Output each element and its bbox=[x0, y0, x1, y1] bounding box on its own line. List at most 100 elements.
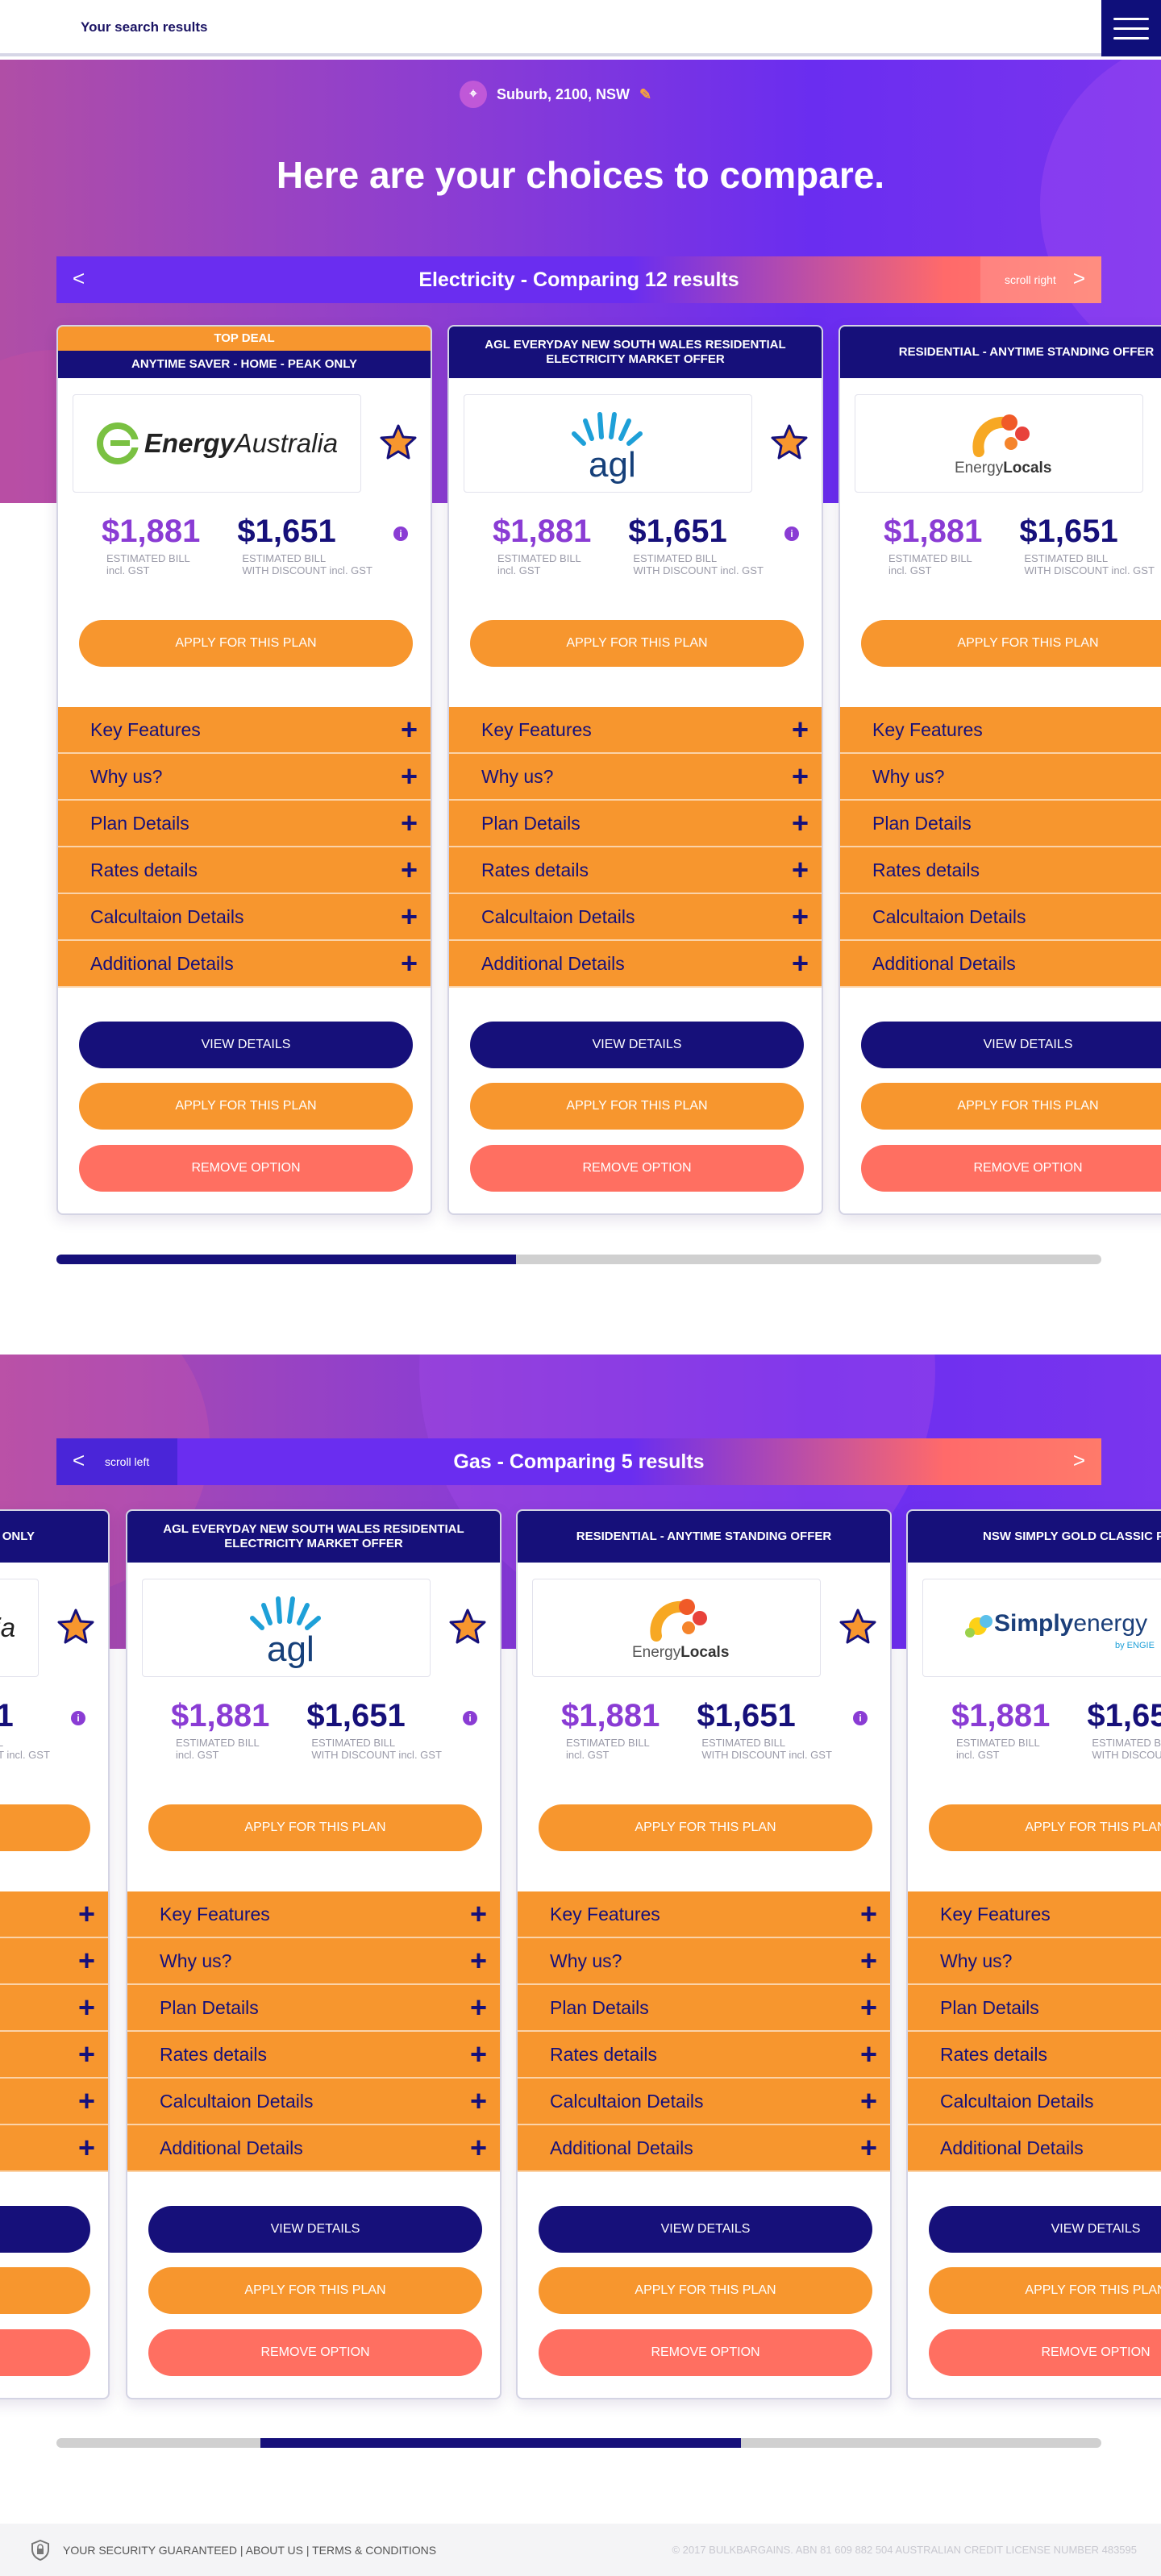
accordion-item[interactable]: Additional Details+ bbox=[449, 941, 822, 988]
view-details-button[interactable]: VIEW DETAILS bbox=[929, 2206, 1161, 2253]
plus-icon[interactable]: + bbox=[401, 715, 418, 744]
accordion-item[interactable]: Plan Details+ bbox=[908, 1985, 1161, 2032]
plus-icon[interactable]: + bbox=[470, 2087, 487, 2116]
view-details-button[interactable]: VIEW DETAILS bbox=[148, 2206, 482, 2253]
info-icon[interactable]: i bbox=[784, 526, 799, 541]
view-details-button[interactable]: VIEW DETAILS bbox=[539, 2206, 872, 2253]
info-icon[interactable]: i bbox=[853, 1711, 868, 1725]
plus-icon[interactable]: + bbox=[78, 2133, 95, 2162]
apply-button[interactable]: APPLY FOR THIS PLAN bbox=[79, 1083, 413, 1130]
plus-icon[interactable]: + bbox=[792, 902, 809, 931]
pencil-icon[interactable]: ✎ bbox=[639, 86, 651, 103]
apply-button[interactable]: APPLY FOR THIS PLAN bbox=[79, 620, 413, 667]
plus-icon[interactable]: + bbox=[860, 2133, 877, 2162]
accordion-item[interactable]: Why us?+ bbox=[840, 754, 1161, 801]
apply-button[interactable]: APPLY FOR THIS PLAN bbox=[148, 1804, 482, 1851]
plus-icon[interactable]: + bbox=[401, 855, 418, 884]
plus-icon[interactable]: + bbox=[470, 2040, 487, 2069]
apply-button[interactable]: APPLY FOR THIS PLAN bbox=[470, 620, 804, 667]
accordion-item[interactable]: Rates details+ bbox=[518, 2032, 890, 2079]
plus-icon[interactable]: + bbox=[470, 2133, 487, 2162]
view-details-button[interactable]: VIEW DETAILS bbox=[470, 1022, 804, 1068]
accordion-item[interactable]: Rates details+ bbox=[0, 2032, 108, 2079]
accordion-item[interactable]: Calcultaion Details+ bbox=[449, 894, 822, 941]
gas-scroll-progress[interactable] bbox=[56, 2438, 1101, 2448]
hamburger-menu-icon[interactable] bbox=[1101, 0, 1161, 56]
plus-icon[interactable]: + bbox=[792, 762, 809, 791]
plus-icon[interactable]: + bbox=[792, 809, 809, 838]
remove-option-button[interactable]: REMOVE OPTION bbox=[0, 2329, 90, 2376]
plus-icon[interactable]: + bbox=[470, 1946, 487, 1975]
accordion-item[interactable]: Key Features+ bbox=[449, 707, 822, 754]
accordion-item[interactable]: Calcultaion Details+ bbox=[127, 2079, 500, 2125]
accordion-item[interactable]: Calcultaion Details+ bbox=[840, 894, 1161, 941]
accordion-item[interactable]: Additional Details+ bbox=[127, 2125, 500, 2172]
accordion-item[interactable]: Key Features+ bbox=[908, 1891, 1161, 1938]
accordion-item[interactable]: Rates details+ bbox=[840, 847, 1161, 894]
chevron-left-icon[interactable]: < bbox=[73, 266, 85, 291]
plus-icon[interactable]: + bbox=[470, 1900, 487, 1929]
accordion-item[interactable]: Why us?+ bbox=[58, 754, 431, 801]
accordion-item[interactable]: Why us?+ bbox=[518, 1938, 890, 1985]
apply-button[interactable]: APPLY FOR THIS PLAN bbox=[539, 1804, 872, 1851]
star-favourite-icon[interactable] bbox=[838, 1608, 877, 1646]
remove-option-button[interactable]: REMOVE OPTION bbox=[470, 1145, 804, 1192]
plus-icon[interactable]: + bbox=[792, 949, 809, 978]
star-favourite-icon[interactable] bbox=[379, 423, 418, 462]
accordion-item[interactable]: Plan Details+ bbox=[449, 801, 822, 847]
electricity-scroll-progress[interactable] bbox=[56, 1255, 1101, 1264]
apply-button[interactable]: APPLY FOR THIS PLAN bbox=[861, 1083, 1161, 1130]
accordion-item[interactable]: Calcultaion Details+ bbox=[908, 2079, 1161, 2125]
view-details-button[interactable]: VIEW DETAILS bbox=[79, 1022, 413, 1068]
plus-icon[interactable]: + bbox=[401, 949, 418, 978]
accordion-item[interactable]: Rates details+ bbox=[449, 847, 822, 894]
accordion-item[interactable]: Additional Details+ bbox=[0, 2125, 108, 2172]
apply-button[interactable]: APPLY FOR THIS PLAN bbox=[861, 620, 1161, 667]
location-selector[interactable]: ⌖ Suburb, 2100, NSW ✎ bbox=[460, 81, 651, 108]
apply-button[interactable]: APPLY FOR THIS PLAN bbox=[929, 2267, 1161, 2314]
plus-icon[interactable]: + bbox=[78, 1993, 95, 2022]
accordion-item[interactable]: Why us?+ bbox=[127, 1938, 500, 1985]
accordion-item[interactable]: Why us?+ bbox=[0, 1938, 108, 1985]
plus-icon[interactable]: + bbox=[78, 1946, 95, 1975]
accordion-item[interactable]: Key Features+ bbox=[840, 707, 1161, 754]
plus-icon[interactable]: + bbox=[470, 1993, 487, 2022]
accordion-item[interactable]: Rates details+ bbox=[127, 2032, 500, 2079]
chevron-left-icon[interactable]: < bbox=[73, 1448, 85, 1473]
footer-links[interactable]: YOUR SECURITY GUARANTEED | ABOUT US | TE… bbox=[63, 2544, 436, 2557]
remove-option-button[interactable]: REMOVE OPTION bbox=[861, 1145, 1161, 1192]
remove-option-button[interactable]: REMOVE OPTION bbox=[148, 2329, 482, 2376]
accordion-item[interactable]: Plan Details+ bbox=[127, 1985, 500, 2032]
accordion-item[interactable]: Key Features+ bbox=[0, 1891, 108, 1938]
info-icon[interactable]: i bbox=[71, 1711, 85, 1725]
accordion-item[interactable]: Plan Details+ bbox=[0, 1985, 108, 2032]
plus-icon[interactable]: + bbox=[401, 809, 418, 838]
remove-option-button[interactable]: REMOVE OPTION bbox=[929, 2329, 1161, 2376]
apply-button[interactable]: APPLY FOR THIS PLAN bbox=[470, 1083, 804, 1130]
accordion-item[interactable]: Why us?+ bbox=[908, 1938, 1161, 1985]
accordion-item[interactable]: Key Features+ bbox=[58, 707, 431, 754]
plus-icon[interactable]: + bbox=[860, 2087, 877, 2116]
accordion-item[interactable]: Additional Details+ bbox=[58, 941, 431, 988]
info-icon[interactable]: i bbox=[393, 526, 408, 541]
plus-icon[interactable]: + bbox=[78, 2040, 95, 2069]
plus-icon[interactable]: + bbox=[401, 902, 418, 931]
info-icon[interactable]: i bbox=[463, 1711, 477, 1725]
star-favourite-icon[interactable] bbox=[56, 1608, 95, 1646]
star-favourite-icon[interactable] bbox=[448, 1608, 487, 1646]
accordion-item[interactable]: Plan Details+ bbox=[518, 1985, 890, 2032]
plus-icon[interactable]: + bbox=[860, 1993, 877, 2022]
plus-icon[interactable]: + bbox=[792, 715, 809, 744]
accordion-item[interactable]: Calcultaion Details+ bbox=[0, 2079, 108, 2125]
star-favourite-icon[interactable] bbox=[770, 423, 809, 462]
apply-button[interactable]: APPLY FOR THIS PLAN bbox=[148, 2267, 482, 2314]
chevron-right-icon[interactable]: > bbox=[1073, 1448, 1085, 1473]
accordion-item[interactable]: Rates details+ bbox=[908, 2032, 1161, 2079]
accordion-item[interactable]: Plan Details+ bbox=[840, 801, 1161, 847]
view-details-button[interactable]: VIEW DETAILS bbox=[0, 2206, 90, 2253]
chevron-right-icon[interactable]: > bbox=[1073, 266, 1085, 291]
accordion-item[interactable]: Additional Details+ bbox=[518, 2125, 890, 2172]
plus-icon[interactable]: + bbox=[860, 2040, 877, 2069]
plus-icon[interactable]: + bbox=[860, 1900, 877, 1929]
plus-icon[interactable]: + bbox=[78, 1900, 95, 1929]
